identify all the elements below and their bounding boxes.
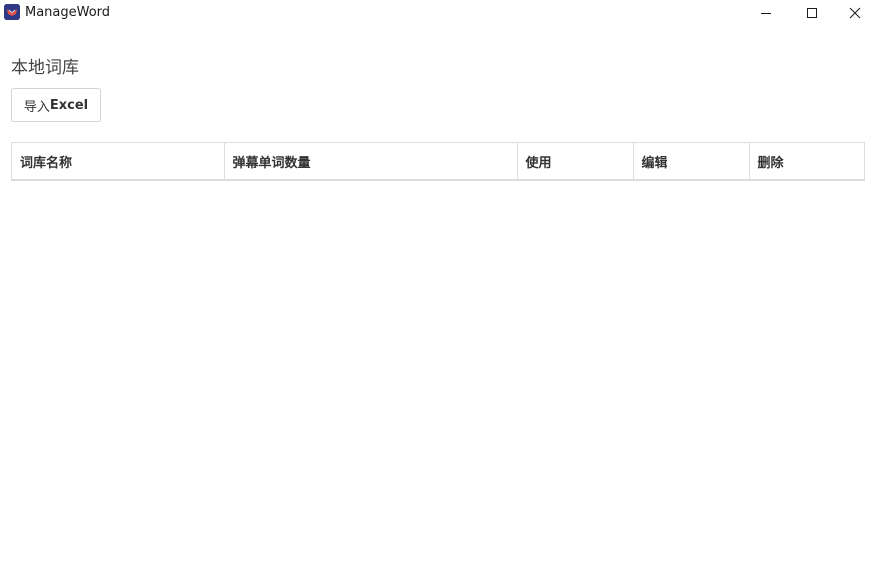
close-icon (849, 7, 860, 19)
wordbank-table: 词库名称 弹幕单词数量 使用 编辑 删除 (11, 142, 866, 181)
minimize-icon (761, 13, 771, 14)
column-header-delete: 删除 (748, 143, 866, 179)
minimize-button[interactable] (743, 0, 789, 26)
column-header-use: 使用 (516, 143, 633, 179)
import-button-label-bold: Excel (49, 97, 89, 113)
maximize-button[interactable] (789, 0, 835, 26)
title-bar: ManageWord (0, 0, 875, 26)
close-button[interactable] (834, 0, 875, 26)
import-excel-button[interactable]: 导入 Excel (11, 88, 101, 122)
import-button-label-prefix: 导入 (23, 99, 50, 115)
column-header-word-count: 弹幕单词数量 (223, 143, 517, 179)
table-header-row: 词库名称 弹幕单词数量 使用 编辑 删除 (12, 143, 866, 179)
page-title: 本地词库 (11, 58, 79, 78)
app-logo-icon (4, 4, 20, 20)
maximize-icon (807, 8, 817, 18)
window-title: ManageWord (25, 5, 111, 20)
column-header-edit: 编辑 (632, 143, 749, 179)
column-header-name: 词库名称 (20, 155, 73, 171)
